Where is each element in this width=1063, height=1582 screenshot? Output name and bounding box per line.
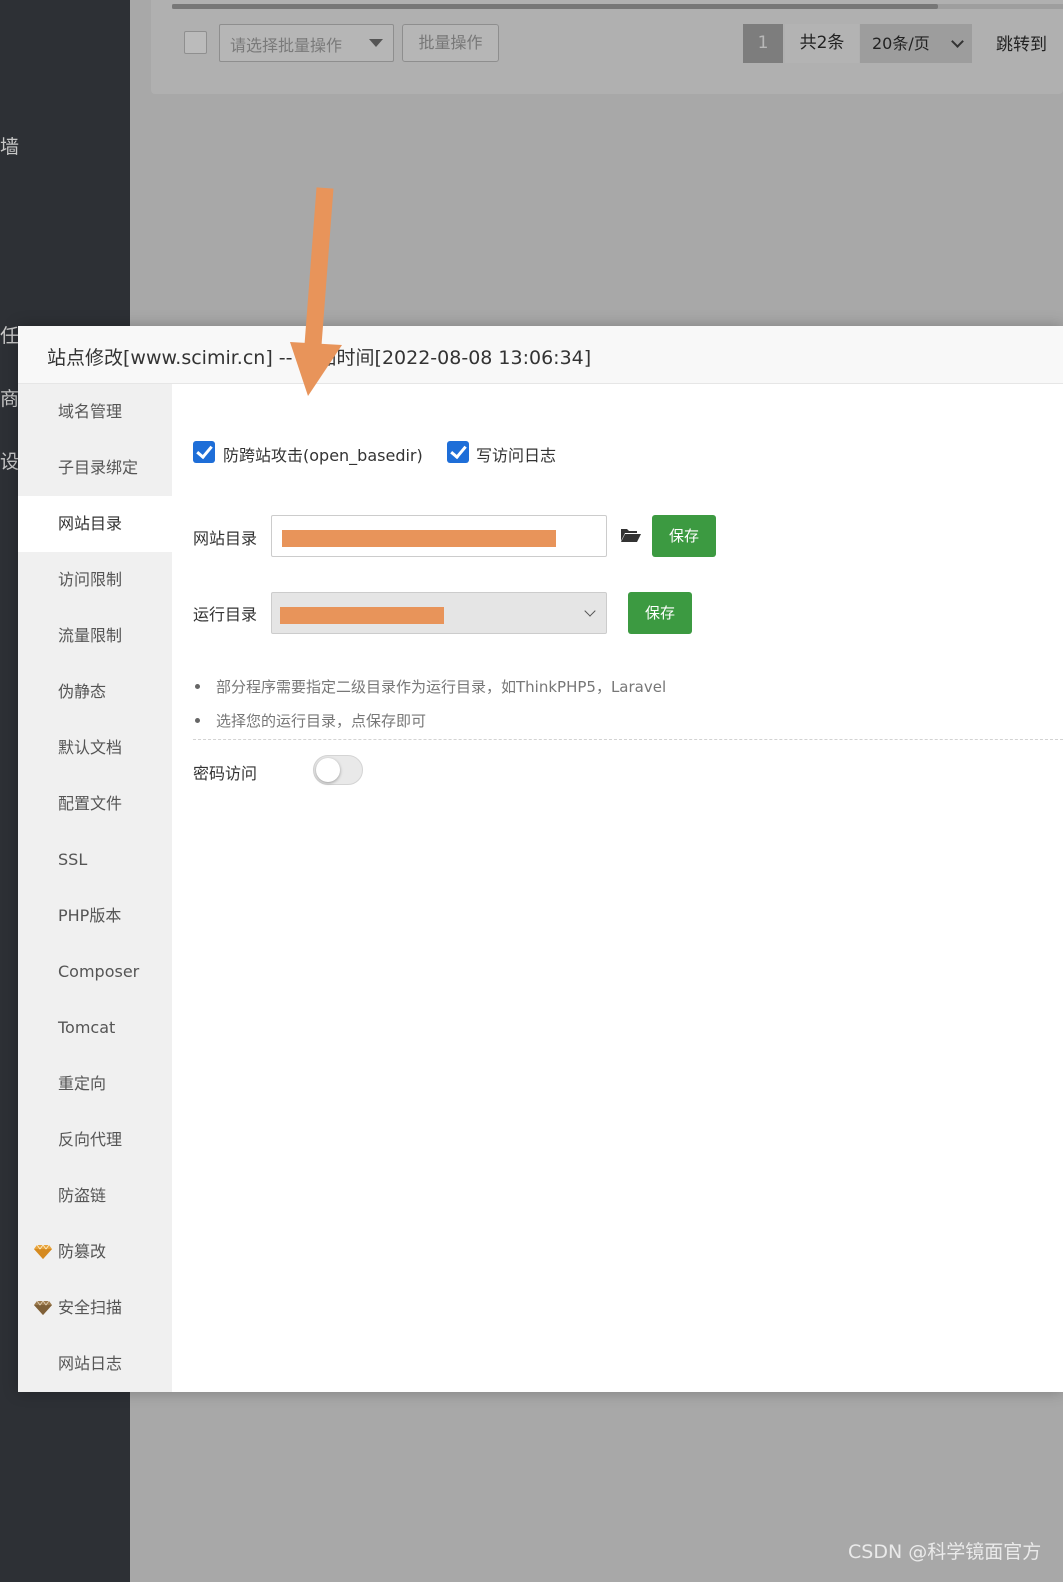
password-access-label: 密码访问: [193, 764, 258, 783]
site-edit-dialog: 站点修改[www.scimir.cn] -- 添加时间[2022-08-08 1…: [18, 326, 1063, 1392]
tab-config-file[interactable]: 配置文件: [18, 776, 172, 832]
pagination-page-1[interactable]: 1: [743, 24, 783, 63]
redaction-mark: [282, 530, 556, 547]
open-basedir-label[interactable]: 防跨站攻击(open_basedir): [223, 442, 423, 466]
toggle-knob: [316, 758, 340, 782]
tab-label: 反向代理: [58, 1130, 123, 1149]
batch-operation-select[interactable]: 请选择批量操作: [219, 24, 394, 62]
batch-select-placeholder: 请选择批量操作: [230, 36, 343, 55]
dialog-title: 站点修改[www.scimir.cn] -- 添加时间[2022-08-08 1…: [47, 347, 592, 369]
run-directory-label: 运行目录: [193, 605, 258, 624]
tab-label: 域名管理: [58, 402, 123, 421]
open-basedir-checkbox[interactable]: [193, 441, 215, 463]
run-directory-select[interactable]: [271, 592, 607, 634]
sidebar-item-firewall[interactable]: 墙: [0, 132, 22, 159]
password-access-toggle[interactable]: [313, 755, 363, 785]
chevron-down-icon: [584, 605, 596, 617]
section-divider: [193, 739, 1063, 740]
tab-label: Composer: [58, 962, 140, 981]
dialog-header: 站点修改[www.scimir.cn] -- 添加时间[2022-08-08 1…: [18, 326, 1063, 384]
tab-tomcat[interactable]: Tomcat: [18, 1000, 172, 1056]
chevron-down-icon: [951, 35, 964, 48]
tab-label: 网站目录: [58, 514, 123, 533]
gem-icon: [34, 1301, 52, 1315]
tab-rewrite[interactable]: 伪静态: [18, 664, 172, 720]
tab-label: 子目录绑定: [58, 458, 139, 477]
tab-label: 安全扫描: [58, 1298, 123, 1317]
tab-site-directory[interactable]: 网站目录: [18, 496, 172, 552]
tab-hotlink-protection[interactable]: 防盗链: [18, 1168, 172, 1224]
tab-site-log[interactable]: 网站日志: [18, 1336, 172, 1392]
select-all-checkbox[interactable]: [184, 31, 207, 54]
tab-label: PHP版本: [58, 906, 122, 925]
access-log-checkbox[interactable]: [447, 441, 469, 463]
tab-redirect[interactable]: 重定向: [18, 1056, 172, 1112]
gem-icon: [34, 1245, 52, 1259]
tab-label: 防盗链: [58, 1186, 107, 1205]
tab-reverse-proxy[interactable]: 反向代理: [18, 1112, 172, 1168]
site-directory-panel: 防跨站攻击(open_basedir) 写访问日志 网站目录 保存 运行目录 保…: [172, 384, 1063, 1392]
caret-down-icon: [369, 39, 383, 47]
save-run-directory-button[interactable]: 保存: [628, 592, 692, 634]
folder-open-icon[interactable]: [620, 527, 641, 543]
tab-label: Tomcat: [58, 1018, 116, 1037]
tab-traffic-limit[interactable]: 流量限制: [18, 608, 172, 664]
site-directory-label: 网站目录: [193, 529, 258, 548]
dialog-tab-nav: 域名管理 子目录绑定 网站目录 访问限制 流量限制 伪静态 默认文档 配置文件 …: [18, 384, 172, 1392]
horizontal-scrollbar[interactable]: [172, 4, 938, 9]
pagination-jump-label: 跳转到: [996, 35, 1047, 55]
tip-item: 选择您的运行目录，点保存即可: [194, 712, 427, 730]
tab-label: SSL: [58, 850, 88, 869]
tab-tamper-protection[interactable]: 防篡改: [18, 1224, 172, 1280]
tab-default-document[interactable]: 默认文档: [18, 720, 172, 776]
tab-composer[interactable]: Composer: [18, 944, 172, 1000]
tab-label: 流量限制: [58, 626, 123, 645]
tab-label: 网站日志: [58, 1354, 123, 1373]
tab-label: 默认文档: [58, 738, 123, 757]
tab-label: 配置文件: [58, 794, 123, 813]
pagination-total: 共2条: [785, 24, 859, 63]
tab-domain-management[interactable]: 域名管理: [18, 384, 172, 440]
tab-security-scan[interactable]: 安全扫描: [18, 1280, 172, 1336]
tab-ssl[interactable]: SSL: [18, 832, 172, 888]
tab-label: 访问限制: [58, 570, 123, 589]
tip-item: 部分程序需要指定二级目录作为运行目录，如ThinkPHP5，Laravel: [194, 678, 667, 696]
redaction-mark: [280, 607, 444, 624]
tab-label: 重定向: [58, 1074, 107, 1093]
watermark: CSDN @科学镜面官方: [848, 1541, 1042, 1563]
page-size-value: 20条/页: [872, 34, 930, 53]
page-size-select[interactable]: 20条/页: [860, 24, 972, 63]
save-site-directory-button[interactable]: 保存: [652, 515, 716, 557]
access-log-label[interactable]: 写访问日志: [476, 442, 556, 466]
tab-label: 防篡改: [58, 1242, 107, 1261]
tab-access-restriction[interactable]: 访问限制: [18, 552, 172, 608]
tab-label: 伪静态: [58, 682, 107, 701]
tab-subdirectory-binding[interactable]: 子目录绑定: [18, 440, 172, 496]
batch-operation-button[interactable]: 批量操作: [402, 24, 499, 62]
tab-php-version[interactable]: PHP版本: [18, 888, 172, 944]
site-directory-input[interactable]: [271, 515, 607, 557]
